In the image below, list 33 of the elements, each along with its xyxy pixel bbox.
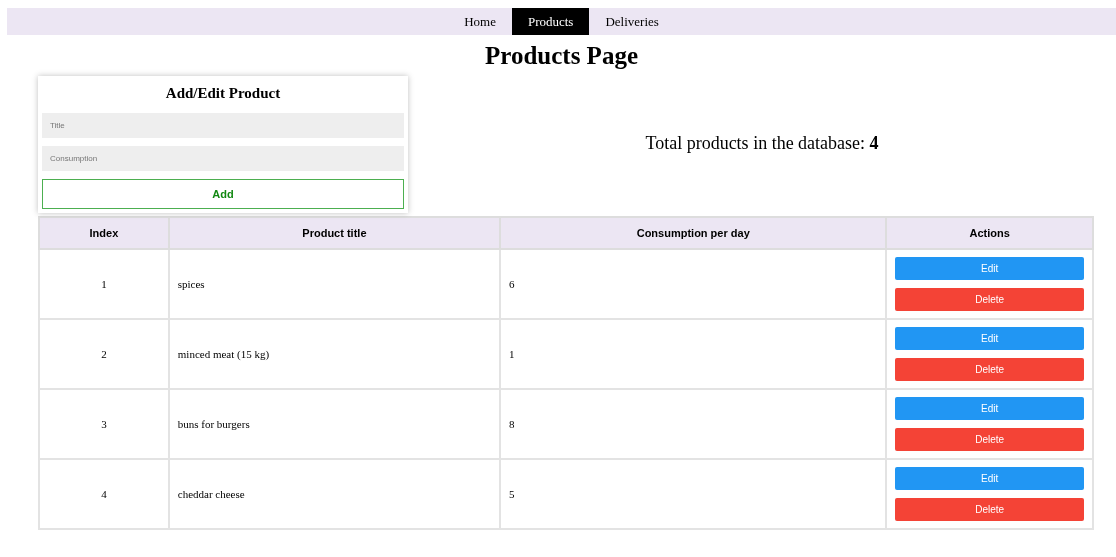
column-header: Product title xyxy=(168,217,501,249)
table-cell: spices xyxy=(168,249,501,319)
edit-button[interactable]: Edit xyxy=(895,467,1084,490)
input-field[interactable]: Title xyxy=(42,113,404,138)
table-cell: 1 xyxy=(39,249,169,319)
table-cell: 8 xyxy=(500,389,887,459)
page-title: Products Page xyxy=(484,41,639,71)
table-cell: cheddar cheese xyxy=(168,459,501,529)
table-cell: 6 xyxy=(500,249,887,319)
total-count: Total products in the database: 4 xyxy=(644,133,880,154)
column-header: Index xyxy=(39,217,169,249)
nav-link[interactable]: Home xyxy=(448,8,512,35)
nav-link[interactable]: Deliveries xyxy=(589,8,675,35)
table-cell: 5 xyxy=(500,459,887,529)
delete-button[interactable]: Delete xyxy=(895,428,1084,451)
delete-button[interactable]: Delete xyxy=(895,288,1084,311)
table-cell: 4 xyxy=(39,459,169,529)
table-cell: 3 xyxy=(39,389,169,459)
table-cell: buns for burgers xyxy=(168,389,501,459)
edit-button[interactable]: Edit xyxy=(895,397,1084,420)
delete-button[interactable]: Delete xyxy=(895,358,1084,381)
form-title: Add/Edit Product xyxy=(164,84,282,102)
nav-link[interactable]: Products xyxy=(511,8,590,35)
edit-button[interactable]: Edit xyxy=(895,327,1084,350)
edit-button[interactable]: Edit xyxy=(895,257,1084,280)
delete-button[interactable]: Delete xyxy=(895,498,1084,521)
column-header: Actions xyxy=(886,217,1093,249)
input-field[interactable]: Consumption xyxy=(42,146,404,171)
table-cell: 1 xyxy=(500,319,887,389)
column-header: Consumption per day xyxy=(500,217,887,249)
table-cell: 2 xyxy=(39,319,169,389)
add-button[interactable]: Add xyxy=(42,179,404,209)
table-cell: minced meat (15 kg) xyxy=(168,319,501,389)
